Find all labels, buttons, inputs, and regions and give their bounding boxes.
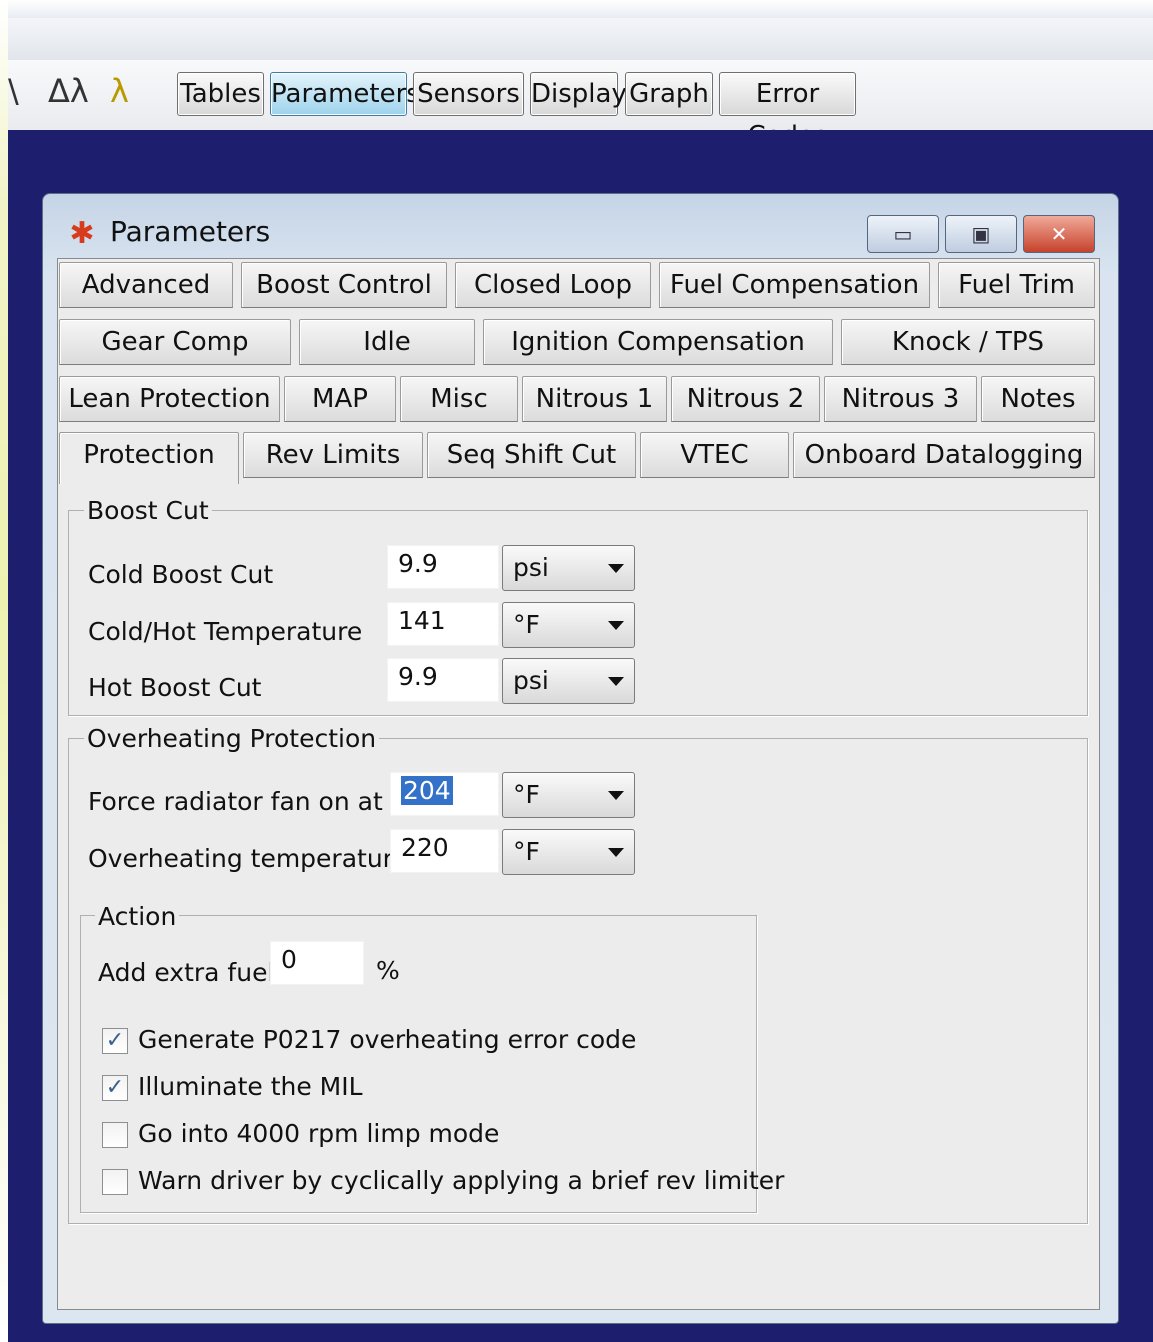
maximize-button[interactable]: ▣ <box>945 215 1017 253</box>
close-button[interactable]: ✕ <box>1023 215 1095 253</box>
cold-boost-cut-unit: psi <box>513 553 549 582</box>
overheating-temperature-label: Overheating temperature <box>88 844 408 873</box>
force-radiator-fan-label: Force radiator fan on at <box>88 787 383 816</box>
overheating-protection-title: Overheating Protection <box>84 724 380 754</box>
tab-nitrous-2[interactable]: Nitrous 2 <box>671 376 820 422</box>
menu-strip <box>8 18 1153 60</box>
wave-icon[interactable]: \ <box>8 72 19 110</box>
limp-mode-label: Go into 4000 rpm limp mode <box>138 1119 500 1148</box>
chevron-down-icon <box>608 564 624 573</box>
cold-hot-temperature-input[interactable]: 141 <box>387 602 499 646</box>
action-title: Action <box>95 902 180 932</box>
chevron-down-icon <box>608 621 624 630</box>
chevron-down-icon <box>608 677 624 686</box>
tab-fuel-compensation[interactable]: Fuel Compensation <box>659 262 930 308</box>
lambda-run-icon[interactable]: λ <box>110 72 129 110</box>
minimize-button[interactable]: ▭ <box>867 215 939 253</box>
tab-map[interactable]: MAP <box>284 376 396 422</box>
p0217-error-code-checkbox[interactable]: ✓ <box>102 1028 128 1054</box>
tab-gear-comp[interactable]: Gear Comp <box>59 319 291 365</box>
warn-driver-checkbox[interactable] <box>102 1169 128 1195</box>
tables-button[interactable]: Tables <box>177 72 264 116</box>
tab-closed-loop[interactable]: Closed Loop <box>455 262 651 308</box>
sensors-button[interactable]: Sensors <box>413 72 524 116</box>
cold-hot-temperature-unit: °F <box>513 610 540 639</box>
tab-knock-tps[interactable]: Knock / TPS <box>841 319 1095 365</box>
tab-nitrous-1[interactable]: Nitrous 1 <box>522 376 667 422</box>
tab-lean-protection[interactable]: Lean Protection <box>59 376 280 422</box>
cold-hot-temperature-label: Cold/Hot Temperature <box>88 617 363 646</box>
overheating-temperature-unit-select[interactable]: °F <box>502 829 635 875</box>
tab-idle[interactable]: Idle <box>299 319 475 365</box>
tab-advanced[interactable]: Advanced <box>59 262 233 308</box>
boost-cut-title: Boost Cut <box>84 496 212 526</box>
cold-boost-cut-label: Cold Boost Cut <box>88 560 274 589</box>
tab-onboard-datalogging[interactable]: Onboard Datalogging <box>793 432 1095 478</box>
tab-vtec[interactable]: VTEC <box>640 432 789 478</box>
hot-boost-cut-unit-select[interactable]: psi <box>502 658 635 704</box>
chevron-down-icon <box>608 791 624 800</box>
app-logo-icon: ✱ <box>69 216 95 251</box>
display-button[interactable]: Display <box>530 72 627 116</box>
add-extra-fuel-input[interactable]: 0 <box>270 941 364 985</box>
cold-boost-cut-unit-select[interactable]: psi <box>502 545 635 591</box>
force-radiator-fan-unit-select[interactable]: °F <box>502 772 635 818</box>
overheating-temperature-input[interactable]: 220 <box>390 829 499 873</box>
hot-boost-cut-input[interactable]: 9.9 <box>387 658 499 702</box>
extra-fuel-unit: % <box>376 956 400 985</box>
illuminate-mil-label: Illuminate the MIL <box>138 1072 363 1101</box>
hot-boost-cut-unit: psi <box>513 666 549 695</box>
force-radiator-fan-input[interactable]: 204 <box>390 772 499 816</box>
illuminate-mil-checkbox[interactable]: ✓ <box>102 1075 128 1101</box>
tab-notes[interactable]: Notes <box>981 376 1095 422</box>
p0217-error-code-label: Generate P0217 overheating error code <box>138 1025 637 1054</box>
overheating-temperature-unit: °F <box>513 837 540 866</box>
parameters-button[interactable]: Parameters <box>270 72 420 116</box>
chevron-down-icon <box>608 848 624 857</box>
force-radiator-fan-unit: °F <box>513 780 540 809</box>
background-decor <box>0 0 8 1342</box>
tab-protection[interactable]: Protection <box>59 432 239 484</box>
tab-nitrous-3[interactable]: Nitrous 3 <box>824 376 977 422</box>
error-codes-button[interactable]: Error Codes <box>719 72 856 151</box>
tab-fuel-trim[interactable]: Fuel Trim <box>938 262 1095 308</box>
tab-misc[interactable]: Misc <box>400 376 518 422</box>
tab-ignition-compensation[interactable]: Ignition Compensation <box>483 319 833 365</box>
tab-boost-control[interactable]: Boost Control <box>241 262 447 308</box>
tab-rev-limits[interactable]: Rev Limits <box>243 432 423 478</box>
warn-driver-label: Warn driver by cyclically applying a bri… <box>138 1166 785 1195</box>
hot-boost-cut-label: Hot Boost Cut <box>88 673 262 702</box>
force-radiator-fan-value: 204 <box>401 776 453 805</box>
cold-hot-temperature-unit-select[interactable]: °F <box>502 602 635 648</box>
tab-seq-shift-cut[interactable]: Seq Shift Cut <box>427 432 636 478</box>
graph-button[interactable]: Graph <box>625 72 713 116</box>
cold-boost-cut-input[interactable]: 9.9 <box>387 545 499 589</box>
window-title: Parameters <box>110 215 271 248</box>
add-extra-fuel-label: Add extra fuel <box>98 958 275 987</box>
limp-mode-checkbox[interactable] <box>102 1122 128 1148</box>
delta-lambda-icon[interactable]: Δλ <box>48 72 89 110</box>
